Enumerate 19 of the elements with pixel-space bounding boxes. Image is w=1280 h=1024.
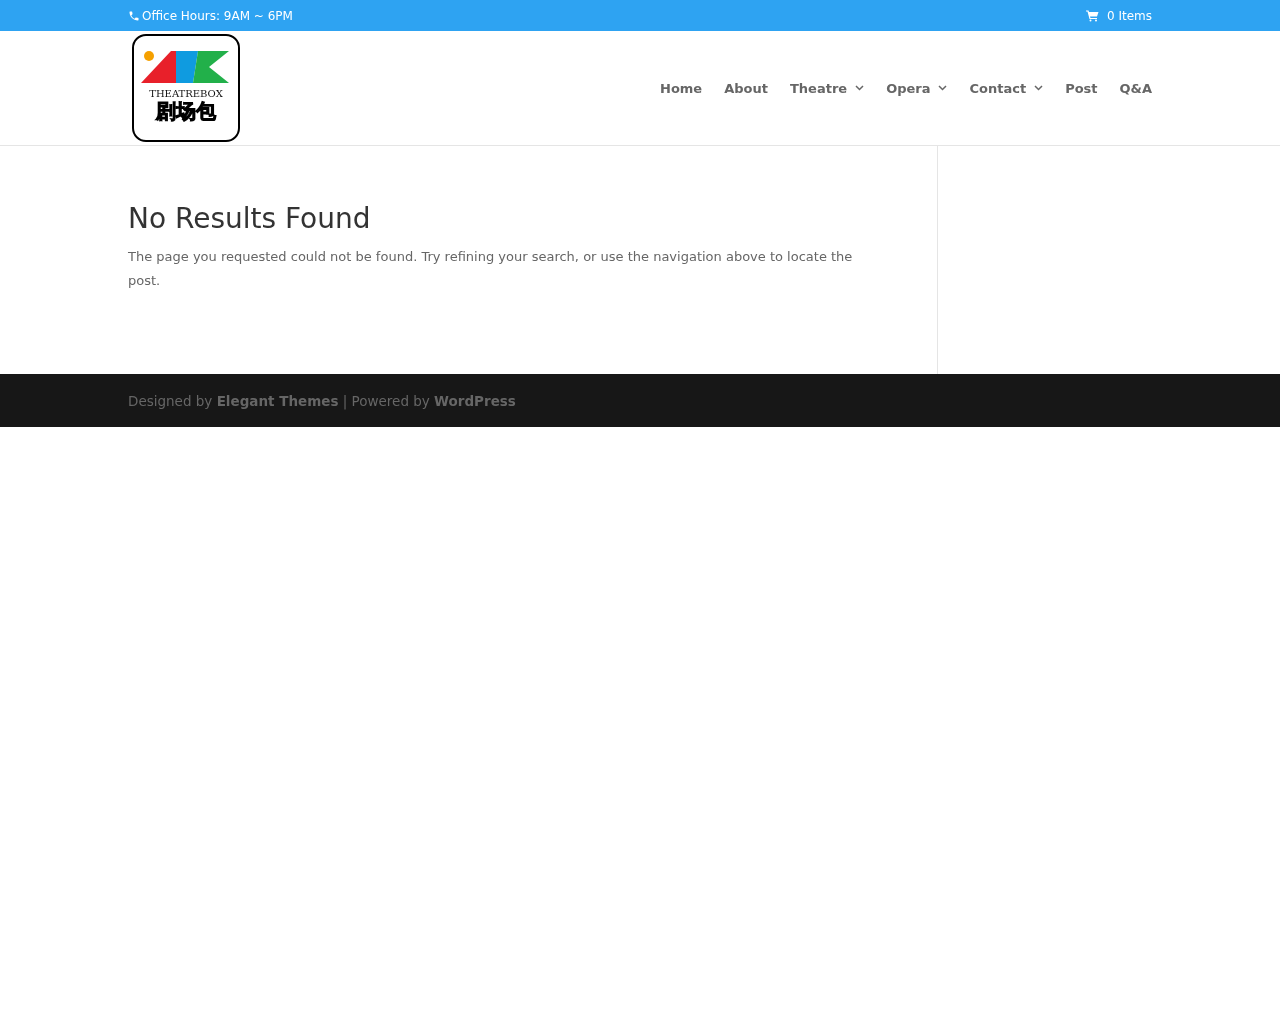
chevron-down-icon — [855, 85, 865, 91]
nav-link[interactable]: Post — [1065, 80, 1098, 96]
message-text: The page you requested could not be found. Try refining your search, or use the navigation above to locate the post. — [128, 248, 854, 290]
nav-link[interactable]: Home — [660, 80, 703, 96]
nav-link[interactable]: Q&A — [1119, 80, 1152, 96]
chevron-down-icon — [938, 85, 948, 91]
nav-link[interactable]: Opera — [886, 80, 948, 96]
page-title: No Results Found — [128, 202, 372, 235]
office-hours: Office Hours: 9AM ~ 6PM — [142, 8, 293, 23]
site-logo[interactable]: THEATREBOX 剧场包 — [132, 34, 240, 142]
logo-chinese-name: 剧场包 — [156, 99, 216, 123]
nav-link[interactable]: Theatre — [789, 80, 865, 96]
logo-name: THEATREBOX — [149, 88, 223, 99]
nav-link[interactable]: About — [724, 80, 768, 96]
chevron-down-icon — [1034, 85, 1044, 91]
footer-credits: Designed by Elegant Themes | Powered by WordPress — [128, 393, 516, 409]
phone-icon — [128, 9, 140, 22]
cart-icon — [1085, 9, 1099, 22]
nav-link[interactable]: Contact — [969, 80, 1044, 96]
